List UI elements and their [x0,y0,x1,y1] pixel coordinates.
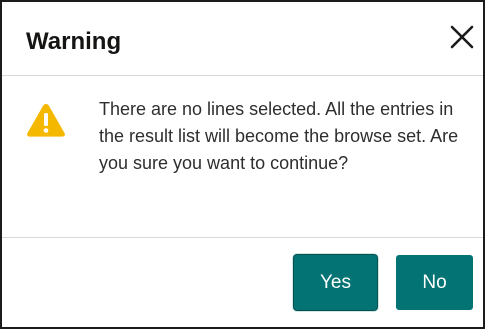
dialog-header: Warning [2,2,483,76]
close-icon [450,25,474,49]
warning-icon [27,104,65,137]
dialog-title: Warning [26,28,122,55]
no-button[interactable]: No [396,255,473,310]
dialog-message: There are no lines selected. All the ent… [99,99,459,173]
yes-button[interactable]: Yes [294,255,377,310]
warning-dialog: Warning There are no lines selected. All… [0,0,485,329]
dialog-body: There are no lines selected. All the ent… [2,76,483,238]
close-button[interactable] [445,20,479,54]
